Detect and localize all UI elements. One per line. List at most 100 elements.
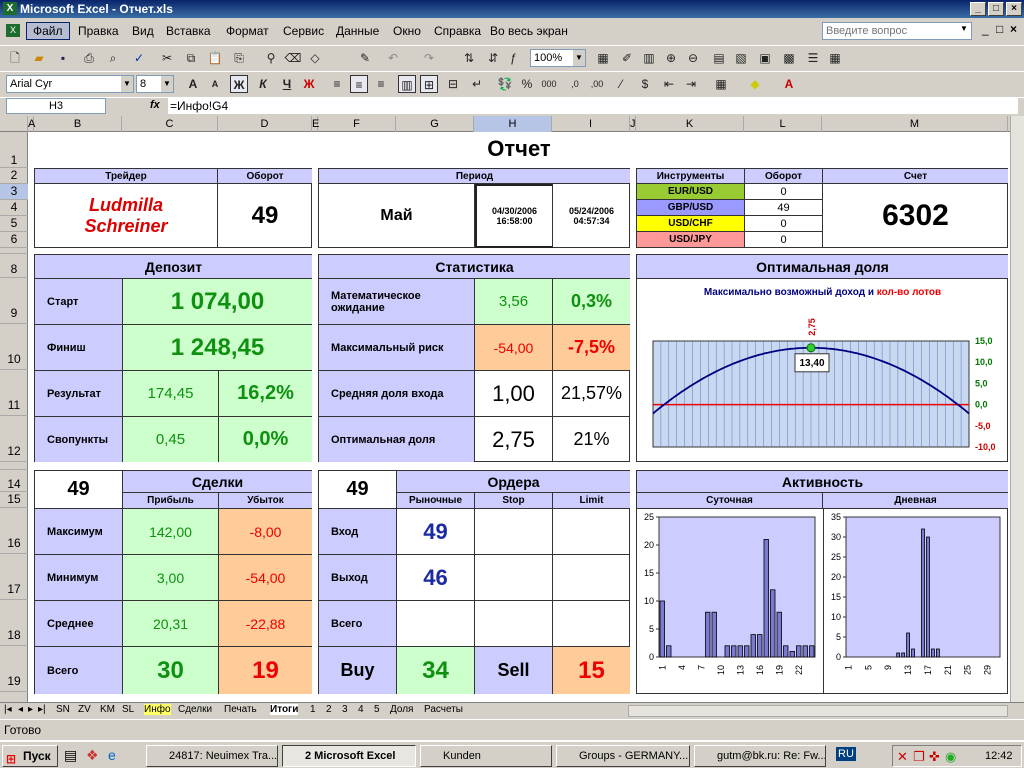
dec-decimal-icon[interactable]: ,00 [588, 75, 606, 93]
sort-desc-icon[interactable]: ⇵ [484, 49, 502, 67]
align-center-icon[interactable]: ≡ [350, 75, 368, 93]
row-header[interactable]: 3 [0, 184, 28, 200]
help-search-input[interactable] [822, 22, 972, 40]
tab-nav-last-icon[interactable]: ▸| [38, 704, 46, 715]
quicklaunch-desktop-icon[interactable]: ▤ [64, 747, 77, 764]
menu-tools[interactable]: Сервис [283, 24, 324, 38]
col-header-f[interactable]: F [318, 116, 396, 132]
font-color-icon[interactable]: A [780, 75, 798, 93]
tray-icon[interactable]: ◉ [945, 749, 956, 765]
select-all-corner[interactable] [0, 116, 28, 132]
align-left-icon[interactable]: ≡ [328, 75, 346, 93]
start-button[interactable]: ⊞ Пуск [2, 745, 58, 767]
menu-fullscreen[interactable]: Во весь экран [490, 24, 568, 38]
help-dropdown-arrow[interactable]: ▼ [960, 24, 968, 33]
fx-icon[interactable]: fx [150, 99, 160, 111]
bold-button[interactable]: Ж [230, 75, 248, 93]
italic-button[interactable]: К [254, 75, 272, 93]
tray-icon[interactable]: ✜ [929, 749, 940, 765]
maximize-button[interactable]: □ [988, 2, 1004, 16]
table-icon[interactable]: ▧ [732, 49, 750, 67]
justify-icon[interactable]: ▥ [398, 75, 416, 93]
row-header[interactable]: 10 [0, 324, 28, 370]
formula-input[interactable]: =Инфо!G4 [168, 98, 1018, 114]
currency-icon[interactable]: 💱 [496, 75, 514, 93]
tray-icon[interactable]: ✕ [897, 749, 908, 765]
sheet-tab[interactable]: Расчеты [424, 704, 463, 715]
menu-edit[interactable]: Правка [78, 24, 119, 38]
menu-format[interactable]: Формат [226, 24, 269, 38]
form-icon[interactable]: ▣ [756, 49, 774, 67]
print-preview-icon[interactable]: ⌕ [104, 49, 122, 67]
merge-center-icon[interactable]: ⊞ [420, 75, 438, 93]
doc-restore-button[interactable]: □ [996, 22, 1003, 36]
wrap-icon[interactable]: ↵ [468, 75, 486, 93]
thousands-icon[interactable]: 000 [540, 75, 558, 93]
sheet-tab[interactable]: KM [100, 704, 115, 715]
clear-icon[interactable]: ⌫ [284, 49, 302, 67]
format-painter-icon[interactable]: ⚲ [262, 49, 280, 67]
function-icon[interactable]: ƒ [504, 49, 522, 67]
col-header-d[interactable]: D [218, 116, 312, 132]
name-box[interactable]: H3 [6, 98, 106, 114]
row-header[interactable]: 15 [0, 492, 28, 508]
menu-insert[interactable]: Вставка [166, 24, 211, 38]
inc-decimal-icon[interactable]: ,0 [566, 75, 584, 93]
borders-icon[interactable]: ▦ [712, 75, 730, 93]
sheet-tab[interactable]: SN [56, 704, 70, 715]
row-header[interactable]: 9 [0, 278, 28, 324]
menu-window[interactable]: Окно [393, 24, 421, 38]
col-header-b[interactable]: B [34, 116, 122, 132]
fill-color-icon[interactable]: ◆ [746, 75, 764, 93]
brush-icon[interactable]: ✎ [356, 49, 374, 67]
outdent-icon[interactable]: ⇤ [660, 75, 678, 93]
zoom-select[interactable]: 100% ▼ [530, 49, 586, 67]
row-header[interactable]: 4 [0, 200, 28, 216]
shrink-font-icon[interactable]: A [206, 75, 224, 93]
language-indicator[interactable]: RU [836, 747, 856, 761]
sheet-tab[interactable]: Инфо [144, 704, 171, 715]
indent-icon[interactable]: ⇥ [682, 75, 700, 93]
save-icon[interactable]: ▪ [54, 49, 72, 67]
grow-font-icon[interactable]: A [184, 75, 202, 93]
horizontal-scrollbar[interactable] [628, 705, 1008, 717]
sheet-tab[interactable]: ZV [78, 704, 91, 715]
taskbar-item[interactable]: 24817: Neuimex Tra... [146, 745, 278, 767]
pivot-icon[interactable]: ▩ [780, 49, 798, 67]
col-header-g[interactable]: G [396, 116, 474, 132]
menu-file[interactable]: Файл [26, 22, 70, 40]
row-header[interactable]: 17 [0, 554, 28, 600]
doc-close-button[interactable]: × [1010, 22, 1017, 36]
grid-icon[interactable]: ▤ [710, 49, 728, 67]
redo-icon[interactable]: ↷ [420, 49, 438, 67]
sheet-tab[interactable]: 1 [310, 704, 316, 715]
taskbar-item-excel[interactable]: 2 Microsoft Excel [282, 745, 416, 767]
map-icon[interactable]: ▥ [640, 49, 658, 67]
zoom-dropdown-icon[interactable]: ▼ [573, 50, 585, 66]
col-header-k[interactable]: K [636, 116, 744, 132]
zoom-in-icon[interactable]: ⊕ [662, 49, 680, 67]
merge-icon[interactable]: ⊟ [444, 75, 462, 93]
row-header[interactable]: 16 [0, 508, 28, 554]
row-header[interactable]: 5 [0, 216, 28, 232]
sheet-tab[interactable]: SL [122, 704, 134, 715]
period-start-cell[interactable]: 04/30/2006 16:58:00 [475, 184, 553, 248]
new-icon[interactable]: 🗋 [6, 49, 24, 67]
vertical-scrollbar[interactable] [1010, 116, 1024, 702]
sheet-tab[interactable]: 5 [374, 704, 380, 715]
col-header-i[interactable]: I [552, 116, 630, 132]
menu-view[interactable]: Вид [132, 24, 154, 38]
sheet-tab[interactable]: Доля [390, 704, 413, 715]
comma-style-icon[interactable]: ⁄ [612, 75, 630, 93]
open-icon[interactable]: ▰ [30, 49, 48, 67]
row-header[interactable]: 14 [0, 470, 28, 492]
workbook-icon[interactable]: X [6, 24, 20, 37]
sheet-tab[interactable]: 4 [358, 704, 364, 715]
percent-icon[interactable]: % [518, 75, 536, 93]
doc-minimize-button[interactable]: _ [982, 22, 989, 36]
minimize-button[interactable]: _ [970, 2, 986, 16]
font-select[interactable]: Arial Cyr ▼ [6, 75, 134, 93]
align-right-icon[interactable]: ≡ [372, 75, 390, 93]
row-header[interactable]: 6 [0, 232, 28, 248]
copy-icon[interactable]: ⧉ [182, 49, 200, 67]
